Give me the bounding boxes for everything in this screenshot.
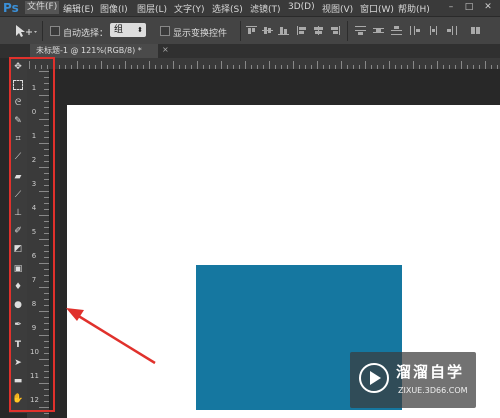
tab-close-icon[interactable]: × — [162, 45, 169, 54]
document-tab[interactable]: 未标题-1 @ 121%(RGB/8) * — [30, 44, 158, 58]
ruler-tick — [365, 61, 366, 69]
align-right-icon[interactable] — [329, 26, 340, 35]
ruler-tick — [389, 61, 390, 69]
menu-bar: Ps 文件(F) 编辑(E) 图像(I) 图层(L) 文字(Y) 选择(S) 滤… — [0, 0, 500, 16]
document-tab-bar: 未标题-1 @ 121%(RGB/8) * × — [0, 44, 500, 58]
ruler-tick — [413, 61, 414, 69]
auto-select-label: 自动选择： — [63, 29, 109, 39]
align-vcenter-icon[interactable] — [262, 26, 273, 35]
ruler-tick — [293, 61, 294, 69]
menu-filter[interactable]: 滤镜(T) — [250, 2, 281, 15]
auto-select-target-dropdown[interactable]: 组 ⬍ — [110, 23, 146, 37]
chevron-updown-icon: ⬍ — [137, 26, 143, 34]
divider — [42, 21, 43, 41]
distribute-bottom-icon[interactable] — [391, 26, 402, 35]
ruler-tick — [341, 61, 342, 69]
menu-file[interactable]: 文件(F) — [25, 1, 60, 14]
distribute-vcenter-icon[interactable] — [373, 26, 384, 35]
ruler-tick — [101, 61, 102, 69]
distribute-right-icon[interactable] — [446, 26, 457, 35]
ruler-tick — [173, 61, 174, 69]
menu-type[interactable]: 文字(Y) — [174, 2, 205, 15]
menu-image[interactable]: 图像(I) — [100, 2, 128, 15]
ruler-tick — [461, 61, 462, 69]
ruler-tick — [317, 61, 318, 69]
ruler-tick — [221, 61, 222, 69]
photoshop-logo: Ps — [3, 1, 19, 15]
close-icon[interactable]: ✕ — [482, 2, 494, 13]
auto-align-icon[interactable] — [470, 26, 481, 35]
distribute-hcenter-icon[interactable] — [428, 26, 439, 35]
ruler-tick — [125, 61, 126, 69]
ruler-tick — [245, 61, 246, 69]
align-top-icon[interactable] — [246, 26, 257, 35]
menu-layer[interactable]: 图层(L) — [137, 2, 167, 15]
menu-3d[interactable]: 3D(D) — [288, 2, 315, 12]
maximize-icon[interactable]: □ — [463, 2, 475, 13]
document-tab-title: 未标题-1 @ 121%(RGB/8) * — [36, 46, 142, 55]
align-left-icon[interactable] — [297, 26, 308, 35]
move-tool-preset-icon[interactable] — [14, 24, 38, 38]
menu-select[interactable]: 选择(S) — [212, 2, 243, 15]
play-logo-icon — [359, 363, 389, 393]
align-hcenter-icon[interactable] — [313, 26, 324, 35]
ruler-tick — [269, 61, 270, 69]
auto-select-checkbox[interactable] — [50, 26, 60, 36]
ruler-tick — [149, 61, 150, 69]
watermark-url: ZIXUE.3D66.COM — [398, 386, 468, 395]
highlight-box — [9, 57, 55, 412]
distribute-top-icon[interactable] — [355, 26, 366, 35]
show-transform-label: 显示变换控件 — [173, 29, 228, 39]
menu-window[interactable]: 窗口(W) — [360, 2, 394, 15]
menu-help[interactable]: 帮助(H) — [398, 2, 430, 15]
minimize-icon[interactable]: – — [445, 2, 457, 13]
watermark-title: 溜溜自学 — [396, 363, 465, 381]
watermark: 溜溜自学 ZIXUE.3D66.COM — [350, 352, 476, 408]
ruler-tick — [485, 61, 486, 69]
dropdown-value: 组 — [114, 25, 124, 35]
divider — [240, 21, 241, 41]
distribute-left-icon[interactable] — [410, 26, 421, 35]
menu-view[interactable]: 视图(V) — [322, 2, 353, 15]
divider — [347, 21, 348, 41]
ruler-tick — [44, 413, 49, 414]
menu-edit[interactable]: 编辑(E) — [63, 2, 94, 15]
ruler-tick — [437, 61, 438, 69]
show-transform-checkbox[interactable] — [160, 26, 170, 36]
align-bottom-icon[interactable] — [278, 26, 289, 35]
ruler-tick — [197, 61, 198, 69]
ruler-tick — [77, 61, 78, 69]
options-bar: 自动选择： 组 ⬍ 显示变换控件 — [0, 16, 500, 46]
